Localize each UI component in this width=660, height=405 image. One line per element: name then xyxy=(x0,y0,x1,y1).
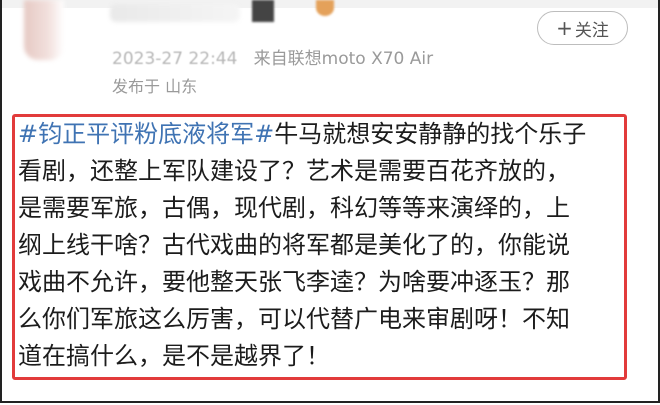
post-body: #钧正平评粉底液将军#牛马就想安安静静的找个乐子 看剧，还整上军队建设了？艺术是… xyxy=(18,116,626,375)
post-line-6: 么你们军旅这么厉害，可以代替广电来审剧呀！不知 xyxy=(18,305,570,333)
post-line-2: 看剧，还整上军队建设了？艺术是需要百花齐放的， xyxy=(18,157,570,185)
post-location: 发布于 山东 xyxy=(112,77,198,96)
hashtag-link[interactable]: #钧正平评粉底液将军# xyxy=(18,120,274,148)
blurred-badge-icon xyxy=(252,0,274,22)
avatar[interactable] xyxy=(24,0,64,60)
post-meta: 2023-27 22:44 来自联想moto X70 Air xyxy=(112,44,433,69)
plus-icon: + xyxy=(556,16,573,40)
post-source: 来自联想moto X70 Air xyxy=(253,49,434,69)
username-blurred[interactable] xyxy=(110,4,240,22)
post-line-4: 纲上线干啥？古代戏曲的将军都是美化了的，你能说 xyxy=(18,231,570,259)
follow-button[interactable]: + 关注 xyxy=(537,11,628,45)
post-line-1: #钧正平评粉底液将军#牛马就想安安静静的找个乐子 xyxy=(18,116,626,153)
post-timestamp: 2023-27 22:44 xyxy=(112,49,238,69)
follow-label: 关注 xyxy=(574,20,609,41)
post-line-5: 戏曲不允许，要他整天张飞李逵？为啥要冲逐玉？那 xyxy=(18,268,570,296)
post-line-7: 道在搞什么，是不是越界了！ xyxy=(18,342,330,370)
post-line-1-text: 牛马就想安安静静的找个乐子 xyxy=(274,120,587,148)
post-line-3: 是需要军旅，古偶，现代剧，科幻等等来演绎的，上 xyxy=(18,194,570,222)
blurred-emoji-icon xyxy=(316,0,334,16)
